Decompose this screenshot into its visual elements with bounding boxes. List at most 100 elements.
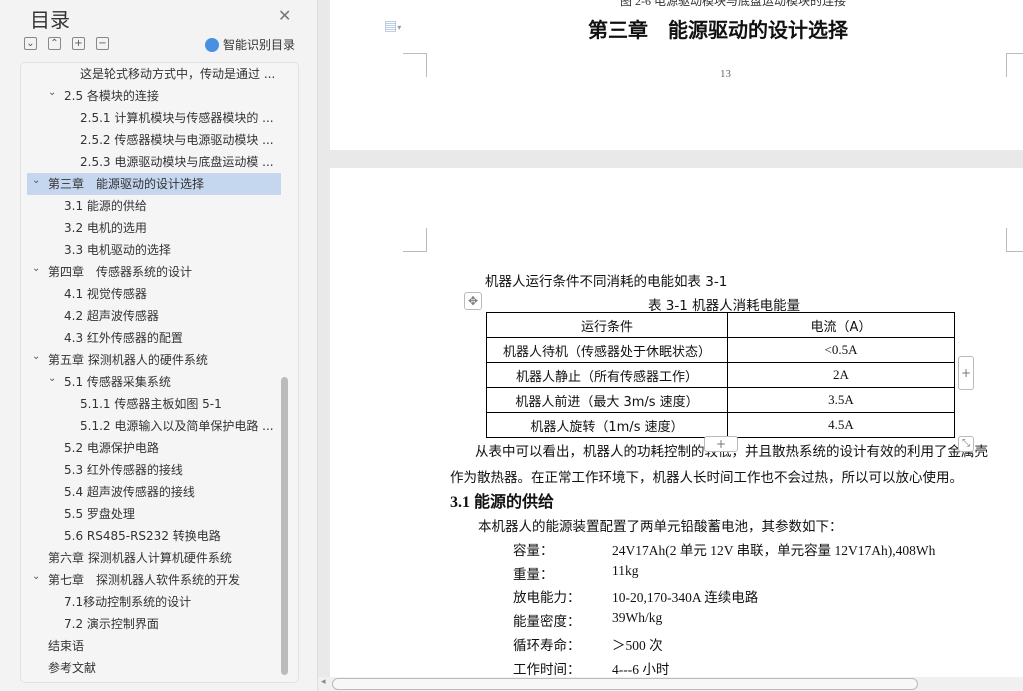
toc-item[interactable]: 5.5 罗盘处理 xyxy=(27,503,281,525)
margin-mark xyxy=(1006,53,1023,77)
toc-item-label: 2.5 各模块的连接 xyxy=(64,89,159,103)
table-cell: <0.5A xyxy=(727,337,955,363)
table-cell: 3.5A xyxy=(727,387,955,413)
spec-value: 24V17Ah(2 单元 12V 串联，单元容量 12V17Ah),408Wh xyxy=(612,543,936,558)
spec-label: 能量密度： xyxy=(513,614,581,631)
spec-value: 11kg xyxy=(612,562,639,578)
toc-item[interactable]: 第六章 探测机器人计算机硬件系统 xyxy=(27,547,281,569)
toc-item-label: 2.5.1 计算机模块与传感器模块的 ... xyxy=(80,111,274,125)
toc-item-label: 结束语 xyxy=(48,639,85,653)
remove-level-icon[interactable]: − xyxy=(96,37,109,50)
toc-item-label: 参考文献 xyxy=(48,661,97,675)
margin-mark xyxy=(403,228,427,252)
toc-item[interactable]: 4.2 超声波传感器 xyxy=(27,305,281,327)
toc-item-label: 3.3 电机驱动的选择 xyxy=(64,243,171,257)
toc-item[interactable]: 5.1.2 电源输入以及简单保护电路 ... xyxy=(27,415,281,437)
toc-scrollbar[interactable] xyxy=(281,377,288,675)
chevron-down-icon[interactable]: ⌄ xyxy=(32,261,40,280)
toc-item[interactable]: ⌄ 2.5 各模块的连接 xyxy=(27,85,281,107)
toc-item[interactable]: 2.5.2 传感器模块与电源驱动模块 ... xyxy=(27,129,281,151)
spec-label: 容量： xyxy=(513,543,554,559)
table-cell: 2A xyxy=(727,362,955,388)
toc-item[interactable]: ⌄ 第五章 探测机器人的硬件系统 xyxy=(27,349,281,371)
table-move-icon[interactable]: ✥ xyxy=(464,292,482,310)
add-column-button[interactable]: + xyxy=(958,356,974,390)
page-icon[interactable]: ▤▾ xyxy=(384,18,401,34)
chevron-down-icon[interactable]: ⌄ xyxy=(48,85,56,104)
table-cell: 4.5A xyxy=(727,412,955,438)
scroll-thumb[interactable] xyxy=(332,678,918,690)
toc-item-label: 第三章 能源驱动的设计选择 xyxy=(48,177,205,191)
toc-list: 这是轮式移动方式中，传动是通过 ... ⌄ 2.5 各模块的连接 2.5.1 计算机模… xyxy=(20,62,299,683)
table-row: 机器人旋转（1m/s 速度） 4.5A xyxy=(486,412,955,438)
expand-all-icon[interactable]: ⌃ xyxy=(48,37,61,50)
toc-item-label: 5.6 RS485-RS232 转换电路 xyxy=(64,529,221,543)
collapse-all-icon[interactable]: ⌄ xyxy=(24,37,37,50)
toc-item-label: 7.2 演示控制界面 xyxy=(64,617,159,631)
toc-item[interactable]: ⌄ 第七章 探测机器人软件系统的开发 xyxy=(27,569,281,591)
table-row: 机器人待机（传感器处于休眠状态） <0.5A xyxy=(486,337,955,363)
close-icon[interactable]: ✕ xyxy=(278,6,291,25)
toc-item[interactable]: 这是轮式移动方式中，传动是通过 ... xyxy=(27,63,281,85)
margin-mark xyxy=(403,53,427,77)
ai-icon xyxy=(205,37,219,52)
toc-item-label: 5.3 红外传感器的接线 xyxy=(64,463,183,477)
horizontal-scrollbar[interactable]: ◂ xyxy=(318,677,1023,691)
toc-item[interactable]: ⌄ 5.1 传感器采集系统 xyxy=(27,371,281,393)
table-header: 电流（A） xyxy=(727,312,955,338)
toc-item-label: 第六章 探测机器人计算机硬件系统 xyxy=(48,551,232,565)
toc-item-label: 4.1 视觉传感器 xyxy=(64,287,147,301)
figure-caption: 图 2-6 电源驱动模块与底盘运动模块的连接 xyxy=(620,0,846,8)
toc-item-label: 2.5.2 传感器模块与电源驱动模块 ... xyxy=(80,133,274,147)
toc-item[interactable]: 5.3 红外传感器的接线 xyxy=(27,459,281,481)
smart-toc-button[interactable]: 智能识别目录 xyxy=(205,36,295,53)
spec-value: 10-20,170-340A 连续电路 xyxy=(612,590,759,606)
spec-value: 39Wh/kg xyxy=(612,610,663,626)
toc-item[interactable]: 3.3 电机驱动的选择 xyxy=(27,239,281,261)
toc-item[interactable]: 5.1.1 传感器主板如图 5-1 xyxy=(27,393,281,415)
add-level-icon[interactable]: + xyxy=(72,37,85,50)
toc-item[interactable]: 4.3 红外传感器的配置 xyxy=(27,327,281,349)
toc-item[interactable]: 2.5.3 电源驱动模块与底盘运动模 ... xyxy=(27,151,281,173)
margin-mark xyxy=(1006,228,1023,252)
toc-item-label: 4.3 红外传感器的配置 xyxy=(64,331,183,345)
table-cell: 机器人前进（最大 3m/s 速度） xyxy=(486,387,728,413)
page-14: 机器人运行条件不同消耗的电能如表 3-1 ✥ 表 3-1 机器人消耗电能量 运行… xyxy=(330,168,1023,677)
page-number: 13 xyxy=(720,68,731,80)
toc-item[interactable]: 2.5.1 计算机模块与传感器模块的 ... xyxy=(27,107,281,129)
toc-item[interactable]: 5.4 超声波传感器的接线 xyxy=(27,481,281,503)
toc-item[interactable]: 5.2 电源保护电路 xyxy=(27,437,281,459)
smart-toc-label: 智能识别目录 xyxy=(223,38,296,52)
chevron-down-icon[interactable]: ⌄ xyxy=(32,349,40,368)
toc-item-label: 第五章 探测机器人的硬件系统 xyxy=(48,353,208,367)
toc-item[interactable]: 参考文献 xyxy=(27,657,281,679)
toc-item[interactable]: 3.1 能源的供给 xyxy=(27,195,281,217)
toc-item-label: 7.1移动控制系统的设计 xyxy=(64,595,192,609)
toc-item-label: 5.5 罗盘处理 xyxy=(64,507,135,521)
toc-item-label: 5.1 传感器采集系统 xyxy=(64,375,171,389)
page-13: 图 2-6 电源驱动模块与底盘运动模块的连接 ▤▾ 第三章 能源驱动的设计选择 … xyxy=(330,0,1023,150)
resize-table-icon[interactable]: ⤡ xyxy=(958,436,974,452)
chevron-down-icon[interactable]: ⌄ xyxy=(32,173,40,192)
power-table: 运行条件 电流（A） 机器人待机（传感器处于休眠状态） <0.5A 机器人静止（所有… xyxy=(486,312,955,438)
spec-value: ＞500 次 xyxy=(612,637,663,653)
table-cell: 机器人静止（所有传感器工作） xyxy=(486,362,728,388)
table-row: 机器人前进（最大 3m/s 速度） 3.5A xyxy=(486,387,955,413)
toc-item-label: 5.4 超声波传感器的接线 xyxy=(64,485,195,499)
toc-item[interactable]: 3.2 电机的选用 xyxy=(27,217,281,239)
toc-item[interactable]: ⌄ 第三章 能源驱动的设计选择 xyxy=(27,173,281,195)
toc-item[interactable]: 7.1移动控制系统的设计 xyxy=(27,591,281,613)
chevron-down-icon[interactable]: ⌄ xyxy=(32,569,40,588)
table-cell: 机器人待机（传感器处于休眠状态） xyxy=(486,337,728,363)
toc-item[interactable]: 7.2 演示控制界面 xyxy=(27,613,281,635)
toc-title: 目录 xyxy=(30,8,70,32)
toc-item[interactable]: ⌄ 第四章 传感器系统的设计 xyxy=(27,261,281,283)
chevron-down-icon[interactable]: ⌄ xyxy=(48,371,56,390)
toc-item[interactable]: 4.1 视觉传感器 xyxy=(27,283,281,305)
toc-item[interactable]: 5.6 RS485-RS232 转换电路 xyxy=(27,525,281,547)
add-row-button[interactable]: + xyxy=(704,436,738,452)
toc-item-label: 4.2 超声波传感器 xyxy=(64,309,159,323)
toc-item[interactable]: 结束语 xyxy=(27,635,281,657)
toc-item-label: 5.1.1 传感器主板如图 5-1 xyxy=(80,397,222,411)
toc-item-label: 第七章 探测机器人软件系统的开发 xyxy=(48,573,241,587)
